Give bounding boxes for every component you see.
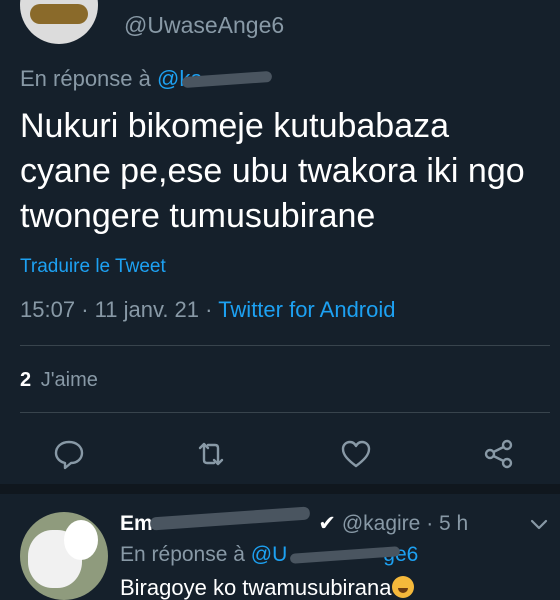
share-icon [484,439,513,469]
tweet-detail-screen: @UwaseAnge6 En réponse à @ka Nukuri biko… [0,0,560,600]
tweet-text: Nukuri bikomeje kutubabaza cyane pe,ese … [20,107,525,235]
reply-context: En réponse à @ka [20,66,203,92]
likes-count: 2 [20,369,32,391]
meta-separator: · [426,512,434,535]
reply-author-name[interactable]: Em [120,512,153,535]
reply-prefix: En réponse à [20,66,151,91]
verified-icon: ✔ [318,512,336,535]
crying-face-icon [392,576,415,598]
tweet-meta: 15:07 · 11 janv. 21 · Twitter for Androi… [20,297,396,323]
chevron-down-icon [530,519,548,530]
translate-tweet-link[interactable]: Traduire le Tweet [20,256,166,278]
author-avatar[interactable] [20,0,98,44]
likes-label: J'aime [40,369,98,391]
more-options-button[interactable] [528,513,550,535]
like-button[interactable] [338,436,374,472]
reply-text: Biragoye ko twamusubirana [120,575,415,600]
retweet-icon [198,442,224,466]
reply-time: 5 h [439,512,469,535]
likes-summary[interactable]: 2 J'aime [20,369,98,392]
meta-separator: · [81,297,89,322]
divider [20,345,550,346]
tweet-date: 11 janv. 21 [94,297,200,322]
avatar-detail [64,520,98,560]
section-separator [0,484,560,494]
tweet-source-link[interactable]: Twitter for Android [218,297,395,322]
share-button[interactable] [481,436,517,472]
retweet-button[interactable] [193,436,229,472]
divider [20,412,550,413]
mention-start: @U [250,543,288,566]
reply-author-avatar[interactable] [20,512,108,600]
tweet-time: 15:07 [20,297,76,322]
meta-separator: · [205,297,213,322]
reply-prefix: En réponse à [120,543,245,566]
avatar-detail [30,4,88,24]
reply-button[interactable] [51,436,87,472]
like-icon [341,440,371,468]
author-handle[interactable]: @UwaseAnge6 [124,12,284,39]
reply-icon [54,440,84,470]
reply-author-handle[interactable]: @kagire [342,512,421,535]
reply-body: Biragoye ko twamusubirana [120,575,392,600]
